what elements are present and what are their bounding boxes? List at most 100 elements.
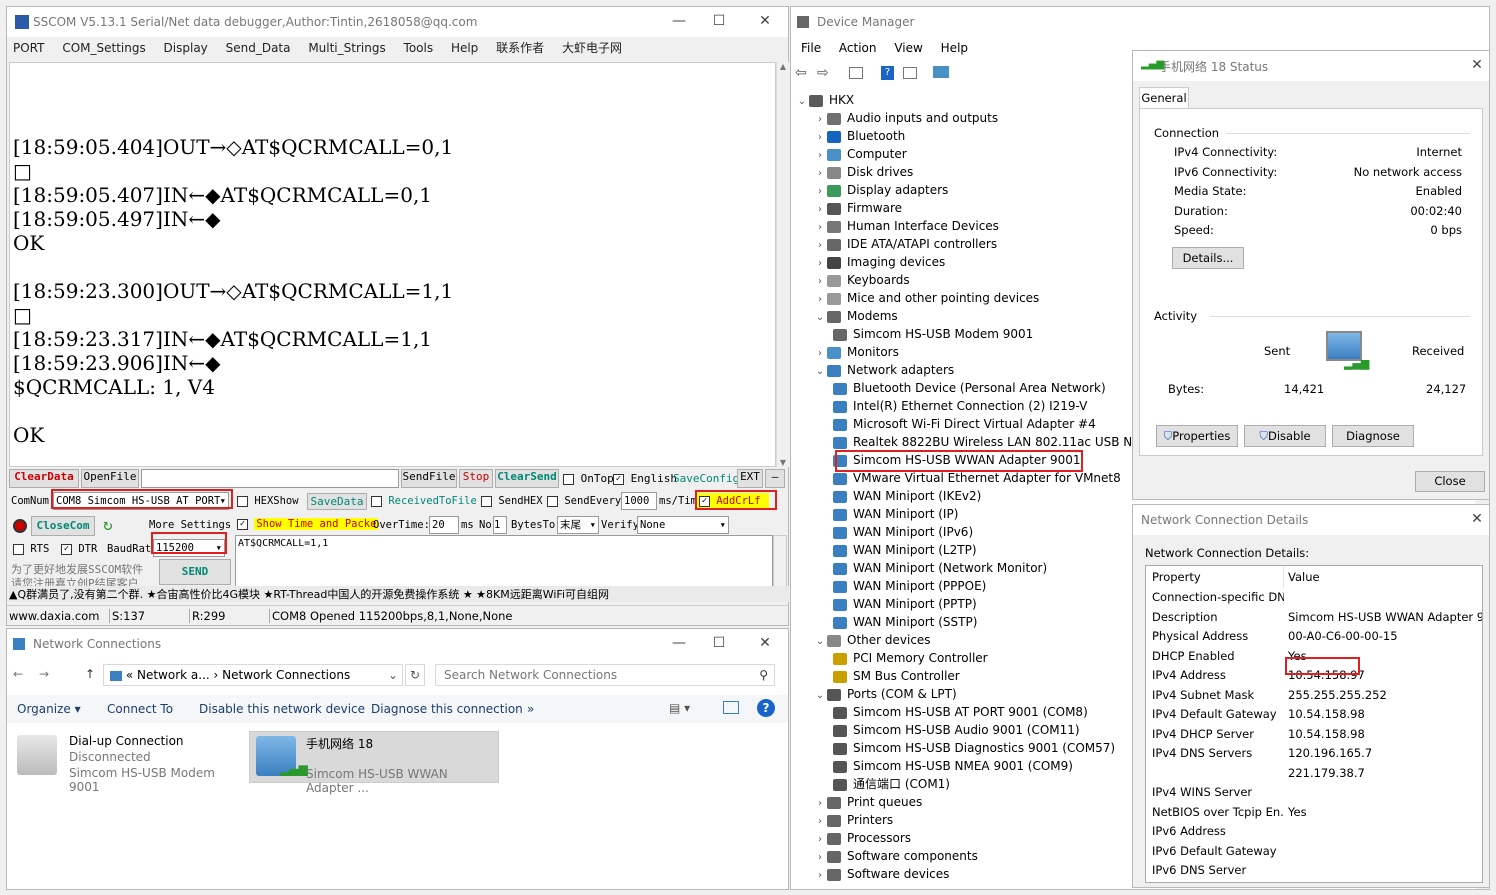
log-scrollbar[interactable]: ▲ ▼ — [776, 62, 789, 467]
clear-send-button[interactable]: ClearSend — [495, 469, 559, 488]
menu-com-settings[interactable]: COM_Settings — [62, 41, 145, 55]
details-row[interactable]: Physical Address 00-A0-C6-00-00-15 — [1146, 627, 1482, 647]
more-toolbar-button[interactable]: » — [527, 702, 534, 716]
save-config-button[interactable]: SaveConfig — [673, 472, 739, 485]
connect-to-button[interactable]: Connect To — [107, 702, 173, 716]
tree-device[interactable]: Simcom HS-USB NMEA 9001 (COM9) — [795, 757, 1135, 775]
connection-item-mobile[interactable]: ▂▄▆ 手机网络 18 Simcom HS-USB WWAN Adapter .… — [249, 731, 499, 795]
menu-tools[interactable]: Tools — [404, 41, 434, 55]
netconn-minimize-button[interactable]: — — [669, 635, 689, 651]
menu-daxia[interactable]: 大虾电子网 — [562, 41, 622, 55]
more-settings-button[interactable]: More Settings — [149, 519, 231, 531]
tree-category[interactable]: ⌄ Network adapters — [795, 361, 1135, 379]
send-every-checkbox[interactable]: SendEvery: — [547, 495, 628, 507]
breadcrumb-netconn[interactable]: Network Connections — [222, 668, 350, 682]
verify-select[interactable]: None ▾ — [637, 516, 729, 534]
details-row[interactable]: IPv6 Address — [1146, 822, 1482, 842]
status-close-x[interactable]: ✕ — [1467, 57, 1487, 73]
up-icon[interactable]: ↑ — [85, 667, 95, 681]
menu-multi-strings[interactable]: Multi_Strings — [308, 41, 385, 55]
tree-category[interactable]: › Printers — [795, 811, 1135, 829]
tree-root[interactable]: ⌄ HKX — [795, 91, 1135, 109]
netconn-close-button[interactable]: ✕ — [755, 635, 775, 651]
diagnose-button[interactable]: Diagnose this connection — [371, 702, 523, 716]
tree-device[interactable]: WAN Miniport (IPv6) — [795, 523, 1135, 541]
minimize-button[interactable]: — — [669, 13, 689, 29]
menu-help[interactable]: Help — [451, 41, 478, 55]
tree-device[interactable]: Microsoft Wi-Fi Direct Virtual Adapter #… — [795, 415, 1135, 433]
tree-device[interactable]: WAN Miniport (IKEv2) — [795, 487, 1135, 505]
tree-category[interactable]: › Bluetooth — [795, 127, 1135, 145]
tree-device[interactable]: Simcom HS-USB Audio 9001 (COM11) — [795, 721, 1135, 739]
tree-device[interactable]: Simcom HS-USB Diagnostics 9001 (COM57) — [795, 739, 1135, 757]
forward-icon[interactable]: → — [39, 667, 49, 681]
sendhex-checkbox[interactable]: SendHEX — [481, 495, 543, 507]
tree-category[interactable]: › Display adapters — [795, 181, 1135, 199]
save-data-button[interactable]: SaveData — [307, 493, 367, 510]
tree-category[interactable]: › IDE ATA/ATAPI controllers — [795, 235, 1135, 253]
expand-chevron-icon[interactable]: › — [813, 867, 827, 885]
details-row[interactable]: IPv4 DNS Servers 120.196.165.7 — [1146, 744, 1482, 764]
rts-checkbox[interactable]: RTS — [13, 543, 49, 555]
tree-category[interactable]: › Software devices — [795, 865, 1135, 883]
ticker[interactable]: ▲Q群满员了,没有第二个群. ★合宙高性价比4G模块 ★RT-Thread中国人… — [9, 586, 789, 602]
send-file-button[interactable]: SendFile — [401, 469, 457, 488]
properties-button[interactable]: ⛉Properties — [1156, 425, 1238, 447]
breadcrumb-network[interactable]: Network a... — [137, 668, 210, 682]
tree-category[interactable]: › Processors — [795, 829, 1135, 847]
tree-category[interactable]: › Software components — [795, 847, 1135, 865]
tree-category[interactable]: ⌄ Modems — [795, 307, 1135, 325]
stop-button[interactable]: Stop — [459, 469, 493, 488]
devmgr-properties-icon[interactable] — [849, 67, 863, 79]
tree-device[interactable]: Intel(R) Ethernet Connection (2) I219-V — [795, 397, 1135, 415]
tree-device[interactable]: WAN Miniport (PPPOE) — [795, 577, 1135, 595]
address-bar[interactable]: « Network a... › Network Connections ⌄ — [103, 664, 403, 686]
devmgr-menu-file[interactable]: File — [801, 41, 821, 55]
details-button[interactable]: Details... — [1172, 247, 1244, 269]
disable-button[interactable]: ⛉Disable — [1244, 425, 1326, 447]
organize-button[interactable]: Organize ▾ — [17, 702, 81, 716]
send-scrollbar[interactable] — [773, 535, 787, 587]
status-close-button[interactable]: Close — [1415, 471, 1485, 492]
tree-category[interactable]: › Imaging devices — [795, 253, 1135, 271]
menu-contact-author[interactable]: 联系作者 — [496, 41, 544, 55]
devmgr-view-icon[interactable] — [903, 67, 917, 79]
tree-device[interactable]: Realtek 8822BU Wireless LAN 802.11ac USB… — [795, 433, 1144, 451]
received-to-file-checkbox[interactable]: ReceivedToFile — [371, 495, 477, 507]
details-row[interactable]: Connection-specific DN... — [1146, 588, 1482, 608]
col-value[interactable]: Value — [1284, 566, 1482, 588]
menu-send-data[interactable]: Send_Data — [226, 41, 291, 55]
devmgr-menu-action[interactable]: Action — [839, 41, 877, 55]
overtime-input[interactable]: 20 — [429, 516, 459, 534]
tree-category[interactable]: › Computer — [795, 145, 1135, 163]
bytes-input[interactable]: 1 — [493, 516, 507, 534]
details-row[interactable]: IPv6 Default Gateway — [1146, 842, 1482, 862]
open-file-button[interactable]: OpenFile — [81, 469, 139, 488]
details-row[interactable]: 221.179.38.7 — [1146, 764, 1482, 784]
details-close-x[interactable]: ✕ — [1467, 511, 1487, 527]
details-row[interactable]: IPv4 WINS Server — [1146, 783, 1482, 803]
tree-category[interactable]: › Mice and other pointing devices — [795, 289, 1135, 307]
tree-device[interactable]: SM Bus Controller — [795, 667, 1135, 685]
tree-category[interactable]: › Firmware — [795, 199, 1135, 217]
tree-category[interactable]: › Disk drives — [795, 163, 1135, 181]
details-row[interactable]: NetBIOS over Tcpip En... Yes — [1146, 803, 1482, 823]
details-row[interactable]: IPv4 Default Gateway 10.54.158.98 — [1146, 705, 1482, 725]
general-tab[interactable]: General — [1139, 87, 1189, 109]
receive-log-area[interactable]: [18:59:05.404]OUT→◇AT$QCRMCALL=0,1 □ [18:5… — [9, 62, 776, 467]
send-textarea[interactable]: AT$QCRMCALL=1,1 — [235, 535, 773, 587]
tree-category[interactable]: › Monitors — [795, 343, 1135, 361]
details-row[interactable]: IPv6 DNS Server — [1146, 861, 1482, 881]
devmgr-back-icon[interactable]: ⇦ — [795, 65, 807, 81]
help-icon[interactable]: ? — [757, 699, 775, 717]
tree-device[interactable]: 通信端口 (COM1) — [795, 775, 1135, 793]
details-row[interactable]: IPv4 DHCP Server 10.54.158.98 — [1146, 725, 1482, 745]
file-path-input[interactable] — [141, 469, 399, 488]
english-checkbox[interactable]: ✓ English — [613, 472, 677, 485]
tree-category[interactable]: › Human Interface Devices — [795, 217, 1135, 235]
details-row[interactable]: Description Simcom HS-USB WWAN Adapter 90… — [1146, 608, 1482, 628]
dtr-checkbox[interactable]: ✓ DTR — [61, 543, 97, 555]
col-property[interactable]: Property — [1146, 566, 1284, 588]
status-site[interactable]: www.daxia.com — [9, 609, 99, 623]
refresh-icon[interactable]: ↻ — [103, 515, 113, 534]
